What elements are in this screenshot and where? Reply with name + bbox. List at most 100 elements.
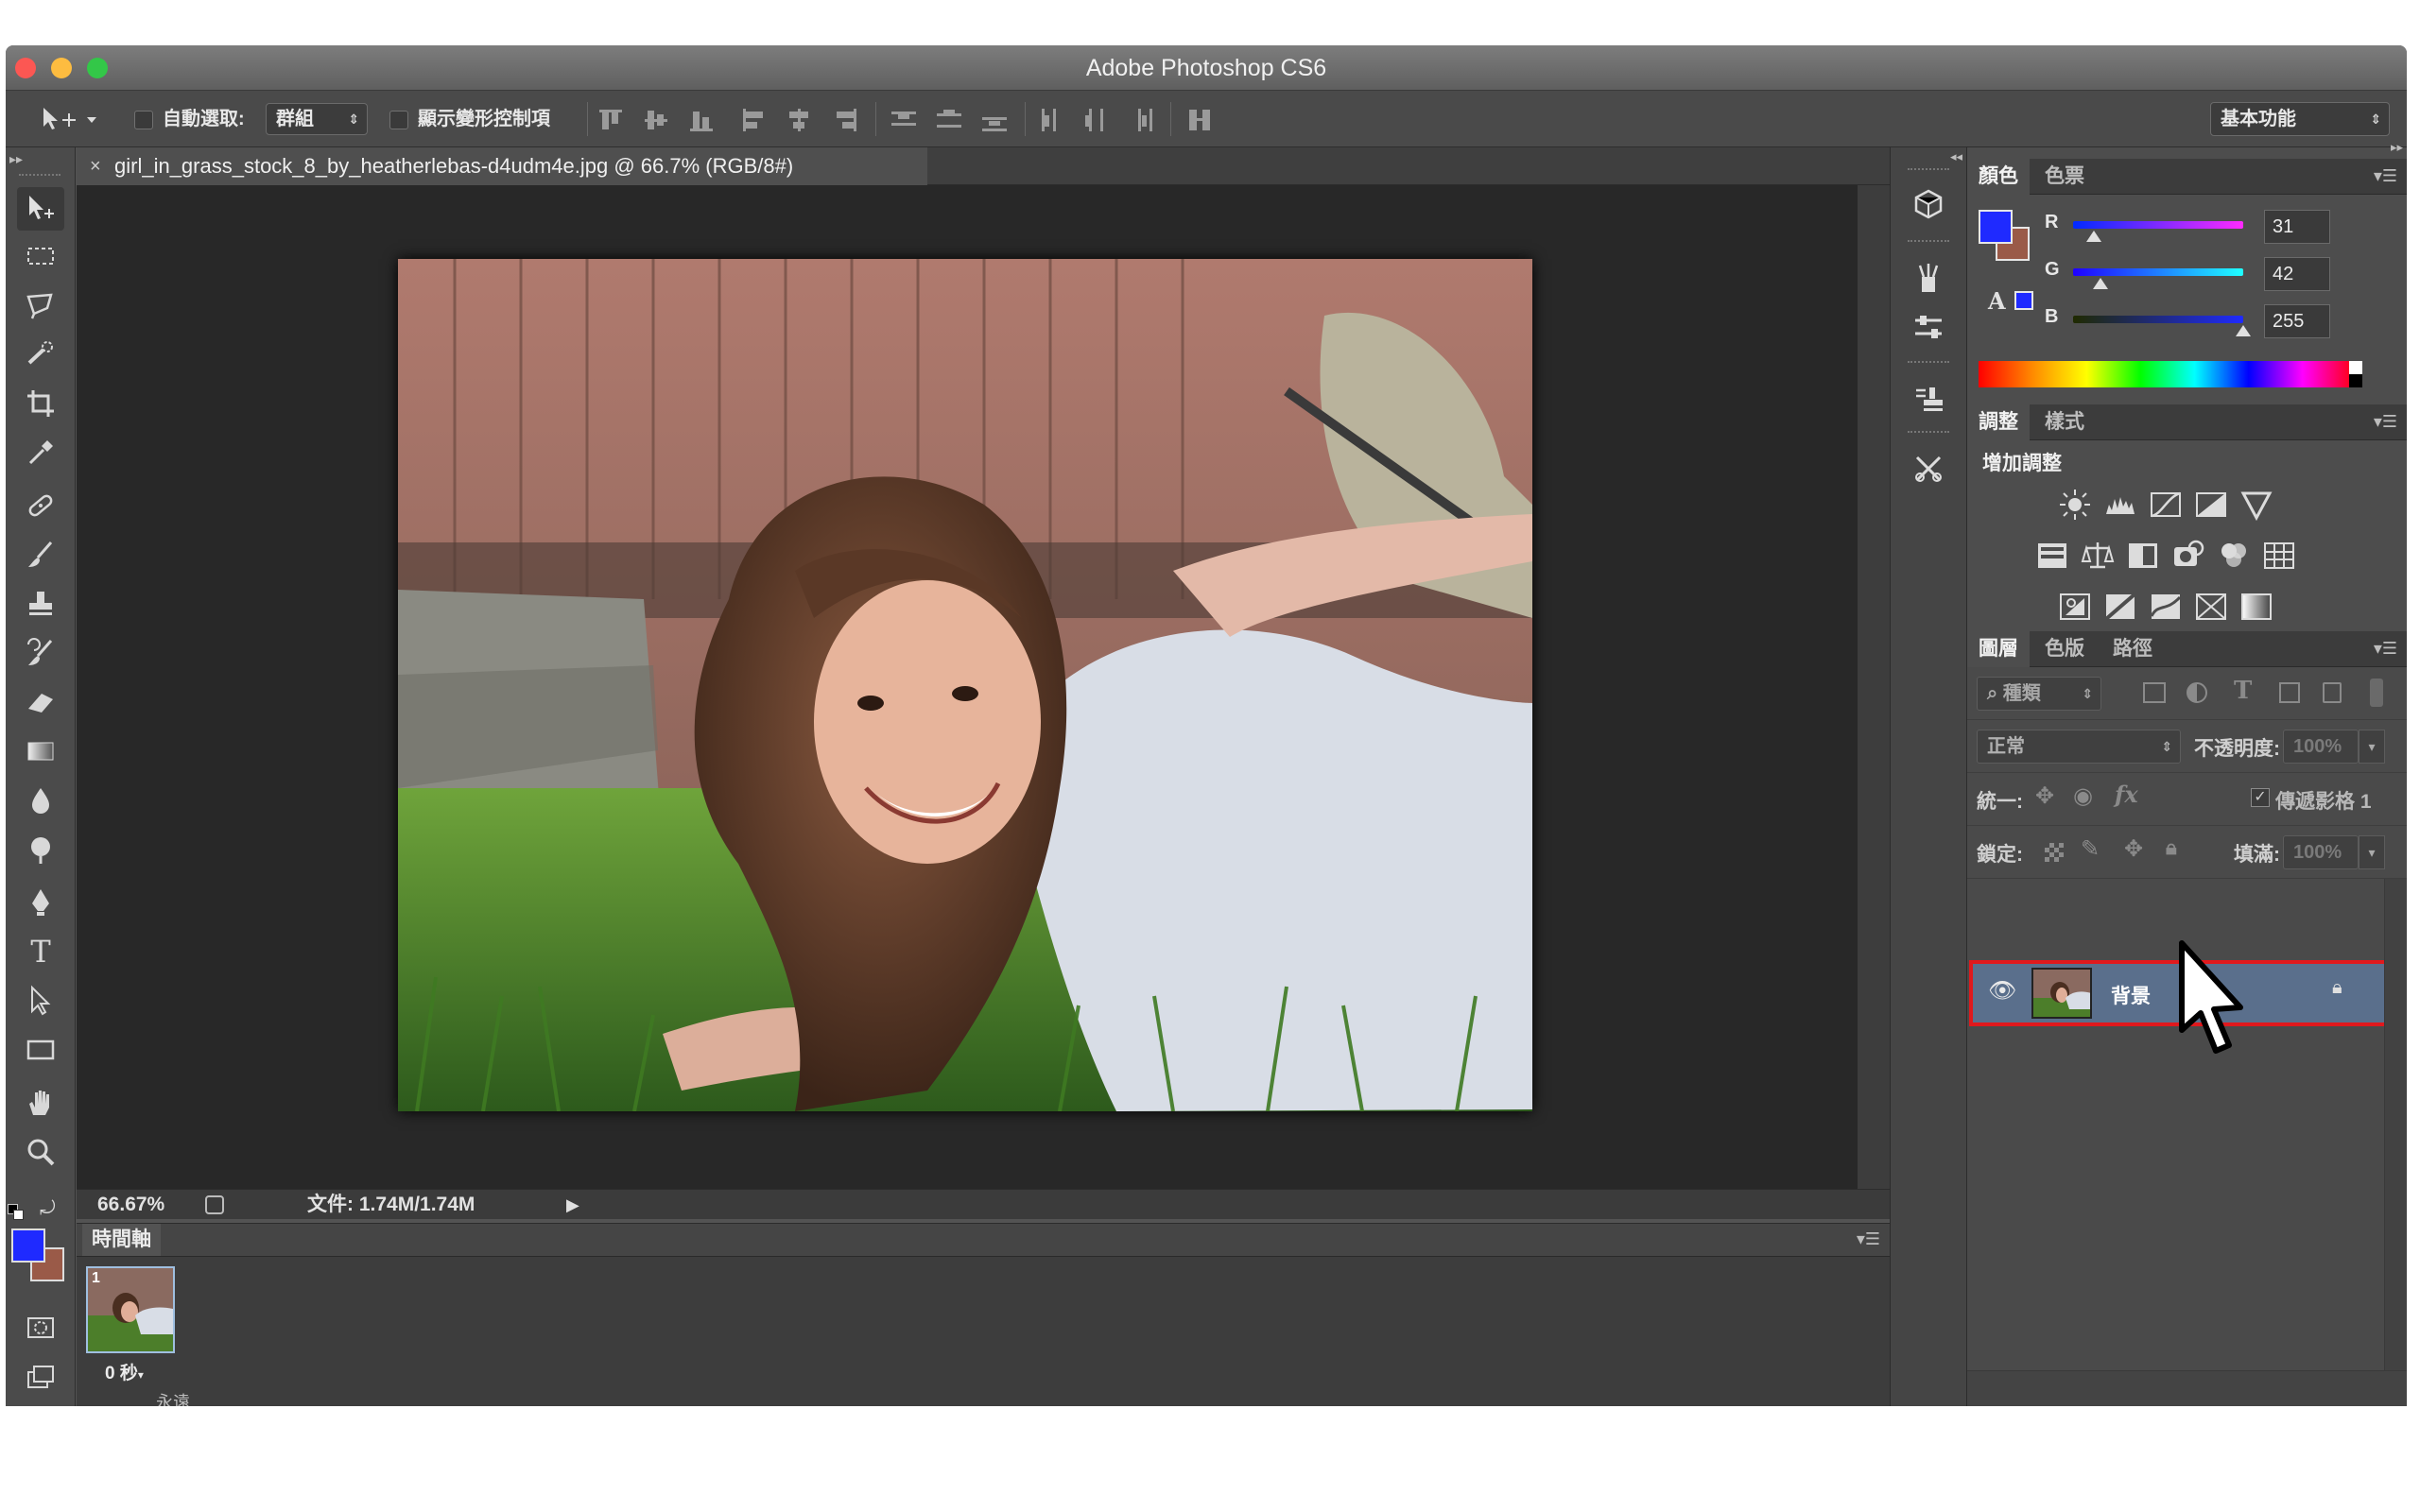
unify-style-icon[interactable]: fx <box>2115 781 2138 808</box>
color-balance-icon[interactable] <box>2081 539 2115 573</box>
photo-filter-icon[interactable] <box>2171 539 2205 573</box>
black-white-ramp[interactable] <box>2349 361 2362 387</box>
red-value[interactable]: 31 <box>2264 210 2330 244</box>
gamut-warning-icon[interactable]: A <box>1988 287 2006 315</box>
opacity-input[interactable]: 100% <box>2283 730 2359 764</box>
crop-tool-icon[interactable] <box>17 382 64 425</box>
distribute-bottom-edges-icon[interactable] <box>981 108 1008 132</box>
invert-icon[interactable] <box>2058 590 2092 624</box>
fill-input[interactable]: 100% <box>2283 835 2359 869</box>
auto-select-dropdown[interactable]: 群組 ⇕ <box>266 103 368 135</box>
foreground-color-swatch[interactable] <box>11 1228 45 1263</box>
tool-presets-icon[interactable] <box>1908 448 1949 490</box>
hue-saturation-icon[interactable] <box>2035 539 2069 573</box>
layer-filter-dropdown[interactable]: ⌕ 種類 ⇕ <box>1977 677 2101 711</box>
align-right-edges-icon[interactable] <box>832 108 858 132</box>
document-image[interactable] <box>398 259 1532 1111</box>
properties-panel-icon[interactable] <box>1908 306 1949 348</box>
filter-adjustment-icon[interactable] <box>2187 682 2207 703</box>
panel-menu-icon[interactable]: ▾☰ <box>2374 412 2397 432</box>
blue-value[interactable]: 255 <box>2264 304 2330 338</box>
workspace-switcher[interactable]: 基本功能 ⇕ <box>2210 102 2390 136</box>
eyedropper-tool-icon[interactable] <box>17 431 64 474</box>
tab-channels[interactable]: 色版 <box>2033 631 2096 667</box>
eraser-tool-icon[interactable] <box>17 680 64 724</box>
red-slider[interactable]: R 31 <box>2045 210 2366 248</box>
distribute-vertical-centers-icon[interactable] <box>936 108 962 132</box>
move-tool-preset-picker[interactable] <box>38 104 104 134</box>
align-left-edges-icon[interactable] <box>741 108 768 132</box>
type-tool-icon[interactable]: T <box>17 930 64 973</box>
show-transform-checkbox[interactable] <box>389 111 408 129</box>
distribute-right-edges-icon[interactable] <box>1129 108 1155 132</box>
filter-toggle[interactable] <box>2370 679 2383 707</box>
layers-scrollbar[interactable] <box>2384 879 2407 1370</box>
color-lookup-icon[interactable] <box>2262 539 2296 573</box>
color-spectrum-ramp[interactable] <box>1979 361 2357 387</box>
quick-mask-icon[interactable] <box>17 1306 64 1349</box>
path-selection-tool-icon[interactable] <box>17 979 64 1022</box>
tab-styles[interactable]: 樣式 <box>2033 404 2096 440</box>
exposure-icon[interactable] <box>2194 488 2228 522</box>
filter-smart-object-icon[interactable] <box>2323 682 2342 703</box>
eye-icon[interactable]: 👁︎ <box>1988 977 2016 1005</box>
lock-position-icon[interactable]: ✥ <box>2124 835 2143 863</box>
panel-menu-icon[interactable]: ▾☰ <box>2374 639 2397 659</box>
screen-mode-icon[interactable] <box>17 1355 64 1399</box>
brush-tool-icon[interactable] <box>17 533 64 576</box>
rectangle-tool-icon[interactable] <box>17 1028 64 1072</box>
green-thumb[interactable] <box>2092 278 2108 289</box>
gradient-map-icon[interactable] <box>2239 590 2273 624</box>
marquee-tool-icon[interactable] <box>17 234 64 278</box>
propagate-frame-checkbox[interactable]: ✓ <box>2251 788 2270 807</box>
lasso-tool-icon[interactable] <box>17 284 64 327</box>
blur-tool-icon[interactable] <box>17 779 64 822</box>
opacity-arrow-icon[interactable]: ▾ <box>2359 730 2385 764</box>
unify-visibility-icon[interactable]: ◉ <box>2073 782 2093 810</box>
align-vertical-centers-icon[interactable] <box>643 108 669 132</box>
align-horizontal-centers-icon[interactable] <box>786 108 813 132</box>
align-top-edges-icon[interactable] <box>597 108 624 132</box>
panel-foreground-swatch[interactable] <box>1979 210 2013 244</box>
animation-frame[interactable]: 1 <box>86 1266 175 1353</box>
dock-collapse-icon[interactable]: ◂◂ <box>1950 149 1962 164</box>
document-canvas[interactable] <box>77 185 1858 1189</box>
gradient-tool-icon[interactable] <box>17 730 64 773</box>
brightness-contrast-icon[interactable] <box>2058 488 2092 522</box>
dodge-tool-icon[interactable] <box>17 828 64 871</box>
quick-selection-tool-icon[interactable] <box>17 333 64 376</box>
vibrance-icon[interactable] <box>2239 488 2273 522</box>
history-brush-tool-icon[interactable] <box>17 631 64 675</box>
timeline-tab[interactable]: 時間軸 <box>82 1224 161 1256</box>
curves-icon[interactable] <box>2149 488 2183 522</box>
swap-colors-icon[interactable]: ⤾ <box>40 1198 56 1220</box>
unify-position-icon[interactable]: ✥ <box>2035 782 2054 810</box>
toolbar-collapse-icon[interactable]: ▸▸ <box>9 151 23 167</box>
distribute-top-edges-icon[interactable] <box>890 108 917 132</box>
zoom-level[interactable]: 66.67% <box>97 1190 164 1220</box>
tab-layers[interactable]: 圖層 <box>1967 631 2030 667</box>
distribute-left-edges-icon[interactable] <box>1038 108 1064 132</box>
selective-color-icon[interactable] <box>2194 590 2228 624</box>
hand-tool-icon[interactable] <box>17 1081 64 1125</box>
lock-transparent-icon[interactable] <box>2045 843 2064 862</box>
black-white-icon[interactable] <box>2126 539 2160 573</box>
loop-options[interactable]: 永遠 <box>156 1389 190 1406</box>
tab-color[interactable]: 顏色 <box>1967 159 2030 195</box>
tab-swatches[interactable]: 色票 <box>2033 159 2096 195</box>
pen-tool-icon[interactable] <box>17 881 64 924</box>
3d-panel-icon[interactable] <box>1908 183 1949 225</box>
status-export-icon[interactable] <box>205 1195 224 1214</box>
frame-delay[interactable]: 0 秒▾ <box>105 1359 144 1384</box>
filter-shape-icon[interactable] <box>2279 682 2300 703</box>
panel-menu-icon[interactable]: ▾☰ <box>1857 1229 1880 1249</box>
move-tool-icon[interactable] <box>17 187 64 231</box>
red-thumb[interactable] <box>2085 231 2101 242</box>
close-icon[interactable]: × <box>90 147 101 185</box>
blend-mode-dropdown[interactable]: 正常 ⇕ <box>1977 730 2181 764</box>
clone-source-icon[interactable] <box>1908 378 1949 420</box>
auto-select-checkbox[interactable] <box>134 111 153 129</box>
lock-image-icon[interactable]: ✎ <box>2081 835 2100 863</box>
tab-adjustments[interactable]: 調整 <box>1967 404 2030 440</box>
layer-name[interactable]: 背景 <box>2111 981 2151 1009</box>
